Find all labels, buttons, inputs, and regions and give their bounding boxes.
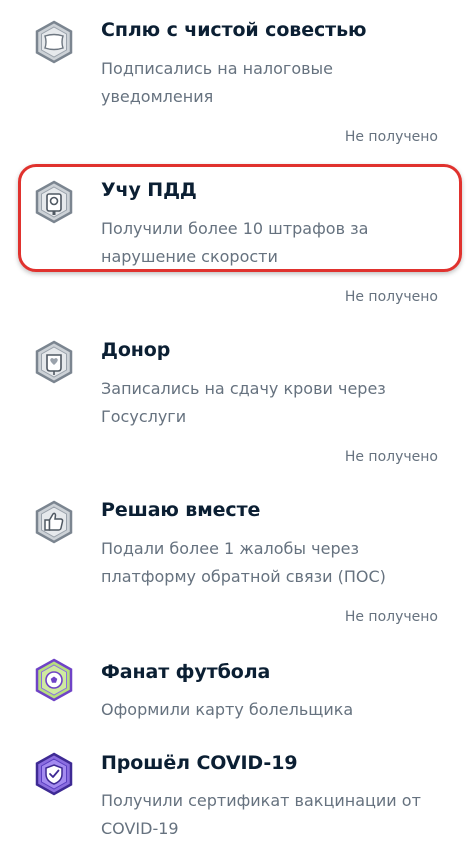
achievement-title: Прошёл COVID-19: [101, 752, 298, 774]
achievement-title: Донор: [101, 339, 171, 361]
achievement-title: Фанат футбола: [101, 661, 271, 683]
achievement-description: Получили сертификат вакцинации от COVID-…: [101, 791, 421, 838]
covid-shield-icon: [34, 752, 74, 796]
achievement-status: Не получено: [344, 289, 438, 305]
achievement-description: Подписались на налоговые уведомления: [101, 59, 334, 106]
achievement-description: Оформили карту болельщика: [101, 700, 354, 719]
achievement-item[interactable]: Сплю с чистой совестью Подписались на на…: [0, 0, 474, 160]
achievement-status: Не получено: [344, 129, 438, 145]
achievement-description: Получили более 10 штрафов за нарушение с…: [101, 219, 369, 266]
achievement-description: Подали более 1 жалобы через платформу об…: [101, 539, 386, 586]
achievement-status: Не получено: [344, 609, 438, 625]
achievement-status: Не получено: [344, 449, 438, 465]
blood-bag-icon: [34, 340, 74, 384]
speed-camera-icon: [34, 180, 74, 224]
achievement-item[interactable]: Прошёл COVID-19 Получили сертификат вакц…: [0, 740, 474, 853]
achievement-title: Решаю вместе: [101, 499, 261, 521]
achievement-description: Записались на сдачу крови через Госуслуг…: [101, 379, 386, 426]
achievement-item[interactable]: Решаю вместе Подали более 1 жалобы через…: [0, 480, 474, 640]
achievement-title: Учу ПДД: [101, 179, 197, 201]
achievement-item[interactable]: Фанат футбола Оформили карту болельщика: [0, 640, 474, 740]
achievement-title: Сплю с чистой совестью: [101, 19, 367, 41]
achievement-item[interactable]: Учу ПДД Получили более 10 штрафов за нар…: [0, 160, 474, 320]
achievement-item[interactable]: Донор Записались на сдачу крови через Го…: [0, 320, 474, 480]
football-icon: [34, 658, 74, 702]
thumbs-up-icon: [34, 500, 74, 544]
pillow-icon: [34, 20, 74, 64]
